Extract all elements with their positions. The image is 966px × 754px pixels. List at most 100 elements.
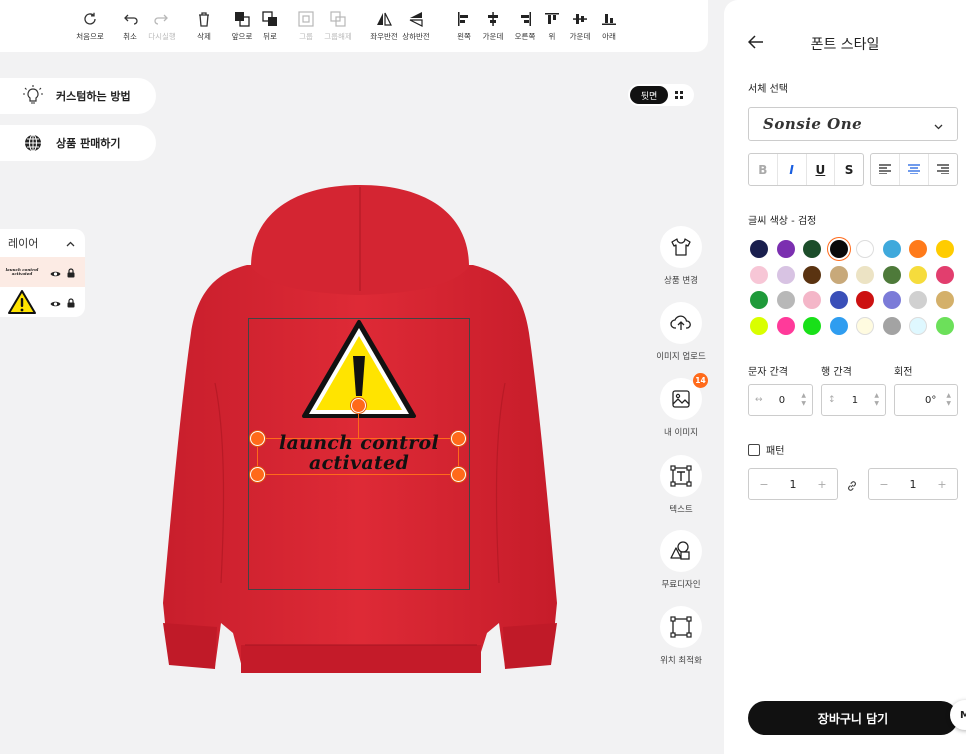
color-swatch[interactable] xyxy=(882,265,901,284)
howto-button[interactable]: 커스텀하는 방법 xyxy=(0,78,156,114)
color-swatch[interactable] xyxy=(750,316,768,335)
color-swatch[interactable] xyxy=(776,316,795,335)
text-box-icon xyxy=(660,455,702,497)
text-align-right-button[interactable] xyxy=(929,154,957,185)
color-swatch[interactable] xyxy=(856,291,874,309)
trash-icon xyxy=(197,10,211,28)
redo-icon xyxy=(154,10,170,28)
stepper-arrows[interactable]: ▲ ▼ xyxy=(801,392,806,408)
sell-product-button[interactable]: 상품 판매하기 xyxy=(0,125,156,161)
text-align-left-button[interactable] xyxy=(871,154,900,185)
color-swatch[interactable] xyxy=(935,240,954,258)
position-optimize-button[interactable]: 위치 최적화 xyxy=(652,606,710,666)
flip-vertical-button[interactable]: 상하반전 xyxy=(396,10,436,42)
minus-button[interactable]: − xyxy=(879,478,888,491)
eye-icon[interactable] xyxy=(50,293,61,312)
color-swatch[interactable] xyxy=(935,316,954,335)
cloud-upload-icon xyxy=(660,302,702,344)
color-swatch[interactable] xyxy=(750,240,768,258)
color-swatch[interactable] xyxy=(909,240,927,258)
line-spacing-input[interactable]: ↕ 1 ▲ ▼ xyxy=(821,384,886,416)
color-swatch[interactable] xyxy=(803,291,821,309)
color-swatch[interactable] xyxy=(829,240,848,258)
color-swatch[interactable] xyxy=(750,265,768,284)
color-swatch[interactable] xyxy=(856,316,874,335)
resize-handle-top-right[interactable] xyxy=(451,431,466,446)
italic-button[interactable]: I xyxy=(778,154,807,185)
plus-button[interactable]: + xyxy=(937,478,946,491)
underline-button[interactable]: U xyxy=(807,154,836,185)
eye-icon[interactable] xyxy=(50,263,61,282)
redo-button[interactable]: 다시실행 xyxy=(142,10,182,42)
pattern-checkbox[interactable]: 패턴 xyxy=(748,442,784,457)
letter-spacing-label: 문자 간격 xyxy=(748,367,788,378)
strikethrough-button[interactable]: S xyxy=(835,154,863,185)
image-handle[interactable] xyxy=(351,398,366,413)
grid-view-icon[interactable] xyxy=(668,91,690,99)
text-align-center-button[interactable] xyxy=(900,154,929,185)
color-swatch[interactable] xyxy=(909,265,927,284)
resize-handle-bottom-left[interactable] xyxy=(250,467,265,482)
color-swatch[interactable] xyxy=(803,265,821,284)
letter-spacing-icon: ↔ xyxy=(755,395,763,405)
resize-handle-bottom-right[interactable] xyxy=(451,467,466,482)
color-swatch[interactable] xyxy=(909,316,927,335)
color-swatch[interactable] xyxy=(856,240,874,258)
color-swatch[interactable] xyxy=(750,291,768,309)
lock-icon[interactable] xyxy=(67,293,75,312)
layers-title: 레이어 xyxy=(8,237,39,250)
plus-button[interactable]: + xyxy=(817,478,826,491)
delete-button[interactable]: 삭제 xyxy=(184,10,224,42)
color-swatch[interactable] xyxy=(776,291,795,309)
align-bottom-icon xyxy=(602,10,616,28)
change-product-button[interactable]: 상품 변경 xyxy=(652,226,710,286)
minus-button[interactable]: − xyxy=(759,478,768,491)
color-swatch[interactable] xyxy=(803,316,821,335)
color-swatches xyxy=(750,240,960,342)
align-bottom-button[interactable]: 아래 xyxy=(589,10,629,42)
color-swatch[interactable] xyxy=(935,291,954,309)
text-format-group: B I U S xyxy=(748,153,864,186)
color-swatch[interactable] xyxy=(909,291,927,309)
color-swatch[interactable] xyxy=(803,240,821,258)
layer-item-warning-image[interactable] xyxy=(0,287,85,317)
color-swatch[interactable] xyxy=(776,265,795,284)
font-select[interactable]: Sonsie One xyxy=(748,107,958,141)
color-swatch[interactable] xyxy=(935,265,954,284)
pattern-y-stepper[interactable]: − 1 + xyxy=(868,468,958,500)
send-back-button[interactable]: 뒤로 xyxy=(250,10,290,42)
upload-image-button[interactable]: 이미지 업로드 xyxy=(652,302,710,362)
reset-button[interactable]: 처음으로 xyxy=(70,10,110,42)
checkbox[interactable] xyxy=(748,443,760,456)
layer-item-text[interactable]: launch control activated xyxy=(0,257,85,287)
pattern-x-stepper[interactable]: − 1 + xyxy=(748,468,838,500)
free-design-button[interactable]: 무료디자인 xyxy=(652,530,710,590)
rotation-input[interactable]: 0° ▲ ▼ xyxy=(894,384,958,416)
color-swatch[interactable] xyxy=(882,291,901,309)
reset-icon xyxy=(82,10,98,28)
color-swatch[interactable] xyxy=(829,291,848,309)
stepper-arrows[interactable]: ▲ ▼ xyxy=(874,392,879,408)
add-text-button[interactable]: 텍스트 xyxy=(652,455,710,515)
back-view-button[interactable]: 뒷면 xyxy=(630,86,668,104)
color-swatch[interactable] xyxy=(882,240,901,258)
color-swatch[interactable] xyxy=(829,265,848,284)
add-to-cart-button[interactable]: 장바구니 담기 xyxy=(748,701,958,735)
letter-spacing-input[interactable]: ↔ 0 ▲ ▼ xyxy=(748,384,813,416)
stepper-arrows[interactable]: ▲ ▼ xyxy=(946,392,951,408)
design-text[interactable]: launch control activated xyxy=(254,433,464,473)
swatch-row xyxy=(750,265,960,284)
line-spacing-icon: ↕ xyxy=(828,395,836,405)
lock-icon[interactable] xyxy=(67,263,75,282)
color-swatch[interactable] xyxy=(829,316,848,335)
ungroup-button[interactable]: 그룹해제 xyxy=(318,10,358,42)
resize-handle-top-left[interactable] xyxy=(250,431,265,446)
layers-header[interactable]: 레이어 xyxy=(0,229,85,257)
link-icon[interactable] xyxy=(846,477,858,496)
my-images-button[interactable]: 14 내 이미지 xyxy=(652,373,710,438)
color-swatch[interactable] xyxy=(856,265,874,284)
align-middle-icon xyxy=(573,10,587,28)
bold-button[interactable]: B xyxy=(749,154,778,185)
color-swatch[interactable] xyxy=(776,240,795,258)
color-swatch[interactable] xyxy=(882,316,901,335)
